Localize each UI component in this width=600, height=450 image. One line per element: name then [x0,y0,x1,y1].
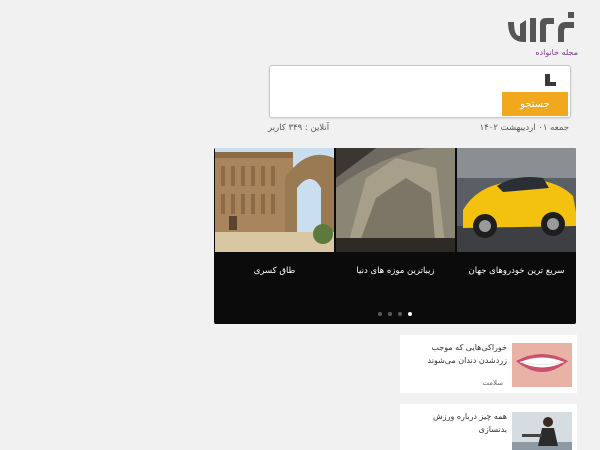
search-box: جستجو [269,65,571,118]
online-users-count: آنلاین : ۳۴۹ کاربر [268,123,330,133]
slide-item[interactable]: سریع ترین خودروهای جهان [457,148,576,324]
brand-mark-icon [545,74,556,86]
site-logo[interactable]: مجله خانواده [502,12,578,62]
slide-caption: طاق کسری [253,266,296,276]
site-tagline: مجله خانواده [535,48,578,57]
sports-car-image [457,148,576,252]
slider-dot[interactable] [388,312,392,316]
museum-image [336,148,455,252]
slide-caption: سریع ترین خودروهای جهان [468,266,565,276]
search-button[interactable]: جستجو [502,92,568,116]
article-card[interactable]: همه چیز درباره ورزش بدنسازی [400,404,577,450]
slider-dot[interactable] [378,312,382,316]
taq-kasra-image [215,148,334,252]
fitness-thumbnail [512,412,572,450]
article-title[interactable]: همه چیز درباره ورزش بدنسازی [411,410,507,436]
featured-slider: سریع ترین خودروهای جهان زیباترین موزه ها… [214,148,576,324]
slider-dot[interactable] [398,312,402,316]
slide-caption: زیباترین موزه های دنیا [356,266,435,276]
slider-pagination [214,312,576,318]
article-card[interactable]: خوراکی‌هایی که موجب زردشدن دندان می‌شوند… [400,335,577,393]
article-category[interactable]: سلامت [482,379,503,387]
logo-mark-icon [508,12,574,42]
slide-item[interactable]: طاق کسری [215,148,334,324]
slide-item[interactable]: زیباترین موزه های دنیا [336,148,455,324]
current-date: جمعه ۰۱ اردیبهشت ۱۴۰۲ [479,123,569,133]
smile-teeth-thumbnail [512,343,572,387]
article-title[interactable]: خوراکی‌هایی که موجب زردشدن دندان می‌شوند [411,341,507,367]
search-input[interactable] [274,70,540,92]
slider-dot-active[interactable] [408,312,412,316]
